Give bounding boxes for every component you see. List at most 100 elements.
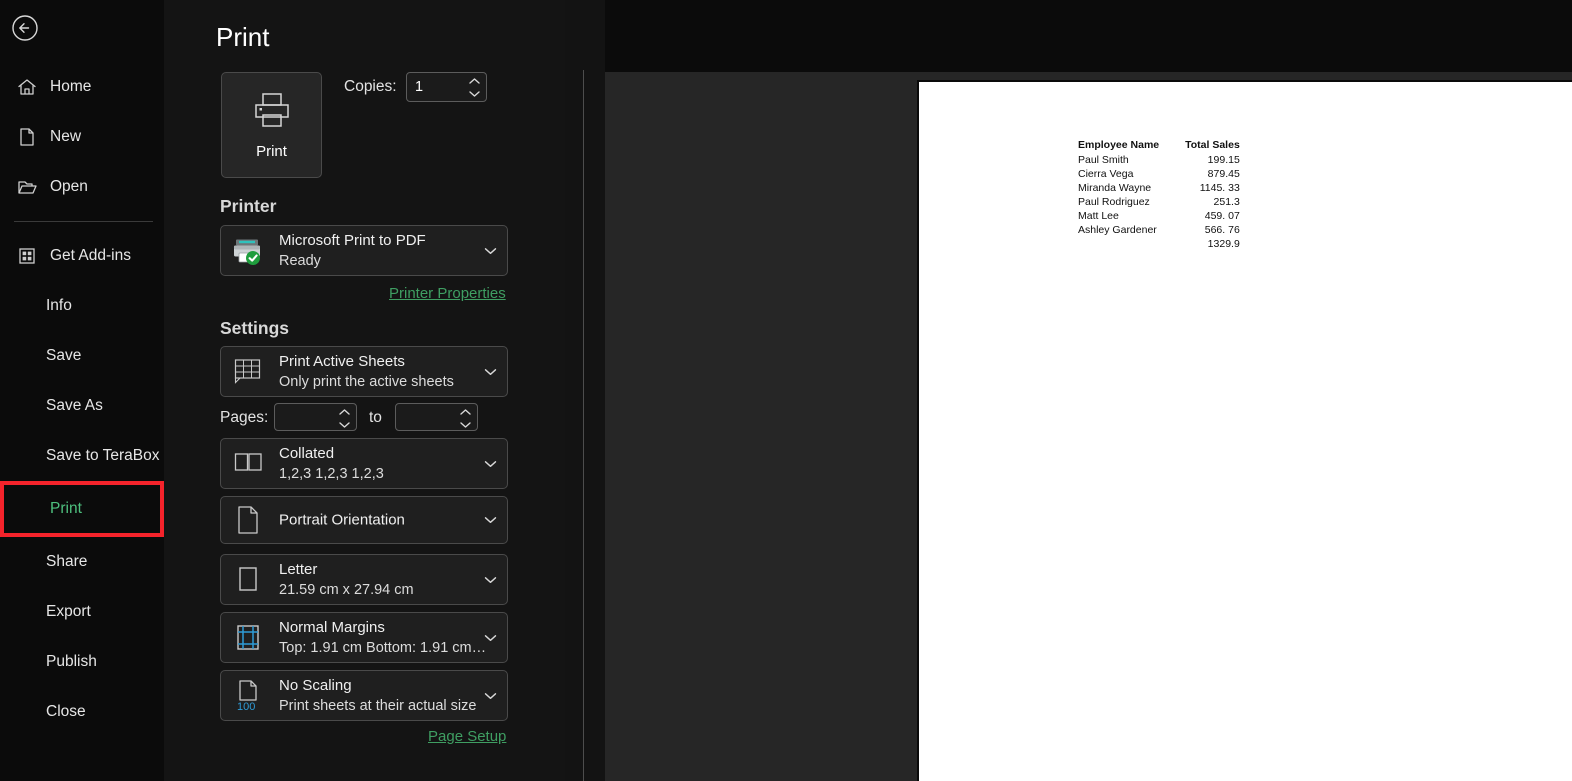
sidebar-divider (14, 221, 153, 222)
paper-size-primary: Letter (279, 561, 318, 578)
margins-dropdown[interactable]: Normal Margins Top: 1.91 cm Bottom: 1.91… (220, 612, 508, 663)
orientation-dropdown[interactable]: Portrait Orientation (220, 496, 508, 544)
sidebar-item-label: Save to TeraBox (46, 447, 160, 464)
chevron-down-icon[interactable] (484, 571, 497, 589)
copies-input[interactable] (407, 73, 465, 101)
cell-total-sales: 199.15 (1207, 154, 1240, 166)
spinner-down-icon[interactable] (459, 421, 472, 429)
page-setup-link[interactable]: Page Setup (428, 728, 506, 745)
sidebar-item-label: Save As (46, 397, 103, 414)
sidebar-item-print[interactable]: Print (0, 481, 164, 537)
printer-status: Ready (279, 253, 321, 269)
cell-total-sales: 879.45 (1207, 168, 1240, 180)
sidebar-item-export[interactable]: Export (0, 587, 164, 637)
copies-stepper[interactable] (406, 72, 487, 102)
sidebar-item-label: Share (46, 553, 88, 570)
print-area-primary: Print Active Sheets (279, 353, 405, 370)
sidebar-item-label: Export (46, 603, 91, 620)
print-preview-page: Employee Name Total Sales Paul Smith 199… (917, 80, 1572, 781)
pages-from-spinner[interactable] (335, 405, 353, 431)
sidebar-item-home[interactable]: Home (0, 62, 164, 112)
sidebar-item-publish[interactable]: Publish (0, 637, 164, 687)
pages-to-input[interactable] (396, 404, 456, 430)
sidebar-item-info[interactable]: Info (0, 281, 164, 331)
cell-employee-name (1078, 237, 1159, 251)
pages-label: Pages: (220, 409, 269, 426)
spinner-up-icon[interactable] (468, 77, 481, 85)
print-area-dropdown[interactable]: Print Active Sheets Only print the activ… (220, 346, 508, 397)
preview-divider (583, 70, 584, 781)
table-row: Paul Smith 199.15 (1078, 153, 1240, 167)
paper-size-secondary: 21.59 cm x 27.94 cm (279, 582, 414, 598)
sidebar-nav: Home New Open Get Add-ins Info Save Save… (0, 62, 164, 737)
sidebar-item-new[interactable]: New (0, 112, 164, 162)
pages-from-input[interactable] (275, 404, 335, 430)
sidebar-item-close[interactable]: Close (0, 687, 164, 737)
scaling-primary: No Scaling (279, 677, 352, 694)
chevron-down-icon[interactable] (484, 363, 497, 381)
paper-size-dropdown[interactable]: Letter 21.59 cm x 27.94 cm (220, 554, 508, 605)
collation-primary: Collated (279, 445, 335, 462)
cell-total-sales: 251.3 (1213, 196, 1240, 208)
printer-dropdown[interactable]: Microsoft Print to PDF Ready (220, 225, 508, 276)
sidebar-item-save-to-terabox[interactable]: Save to TeraBox (0, 431, 164, 481)
preview-gutter (565, 0, 605, 781)
cell-employee-name: Paul Rodriguez (1078, 196, 1150, 208)
table-row: Matt Lee 459. 07 (1078, 209, 1240, 223)
spinner-down-icon[interactable] (338, 421, 351, 429)
sidebar-item-get-add-ins[interactable]: Get Add-ins (0, 231, 164, 281)
printer-section-heading: Printer (220, 196, 277, 216)
home-icon (14, 74, 40, 100)
new-file-icon (14, 124, 40, 150)
svg-text:100: 100 (237, 701, 255, 713)
table-row: Paul Rodriguez 251.3 (1078, 195, 1240, 209)
sidebar-item-label: Get Add-ins (50, 247, 131, 264)
pages-to-stepper[interactable] (395, 403, 478, 431)
cell-employee-name: Ashley Gardener (1078, 224, 1157, 236)
spinner-down-icon[interactable] (468, 90, 481, 98)
scaling-dropdown[interactable]: 100 No Scaling Print sheets at their act… (220, 670, 508, 721)
sidebar-item-label: Open (50, 178, 88, 195)
sidebar-item-save-as[interactable]: Save As (0, 381, 164, 431)
printer-properties-link[interactable]: Printer Properties (389, 285, 506, 302)
print-button-label: Print (256, 142, 287, 160)
cell-total-sales: 1329.9 (1207, 238, 1240, 250)
folder-open-icon (14, 174, 40, 200)
chevron-down-icon[interactable] (484, 455, 497, 473)
printer-icon (251, 91, 293, 134)
portrait-page-icon (231, 503, 265, 537)
margins-primary: Normal Margins (279, 619, 385, 636)
chevron-down-icon[interactable] (484, 242, 497, 260)
collation-dropdown[interactable]: Collated 1,2,3 1,2,3 1,2,3 (220, 438, 508, 489)
sidebar-item-label: New (50, 128, 82, 145)
pages-from-stepper[interactable] (274, 403, 357, 431)
sidebar-item-label: Home (50, 78, 92, 95)
preview-document-table: Employee Name Total Sales Paul Smith 199… (1078, 139, 1240, 251)
sheet-grid-icon (231, 355, 265, 389)
orientation-primary: Portrait Orientation (279, 511, 405, 529)
sidebar-item-open[interactable]: Open (0, 162, 164, 212)
printer-name: Microsoft Print to PDF (279, 232, 426, 249)
spinner-up-icon[interactable] (459, 408, 472, 416)
page-title: Print (216, 22, 270, 52)
chevron-down-icon[interactable] (484, 511, 497, 529)
sidebar-item-save[interactable]: Save (0, 331, 164, 381)
chevron-down-icon[interactable] (484, 687, 497, 705)
copies-spinner[interactable] (465, 74, 483, 100)
copies-label: Copies: (344, 78, 397, 95)
cell-total-sales: 459. 07 (1204, 210, 1240, 222)
spinner-up-icon[interactable] (338, 408, 351, 416)
scaling-100-icon: 100 (231, 679, 265, 713)
margins-icon (231, 621, 265, 655)
sidebar-item-label: Info (46, 297, 72, 314)
pages-to-spinner[interactable] (456, 405, 474, 431)
back-arrow-icon[interactable] (11, 14, 39, 42)
cell-employee-name: Cierra Vega (1078, 168, 1134, 180)
chevron-down-icon[interactable] (484, 629, 497, 647)
sidebar-item-label: Print (50, 500, 82, 517)
printer-device-icon (231, 234, 265, 268)
cell-total-sales: 566. 76 (1204, 224, 1240, 236)
table-row-total: 1329.9 (1078, 237, 1240, 251)
print-button[interactable]: Print (221, 72, 322, 178)
sidebar-item-share[interactable]: Share (0, 537, 164, 587)
